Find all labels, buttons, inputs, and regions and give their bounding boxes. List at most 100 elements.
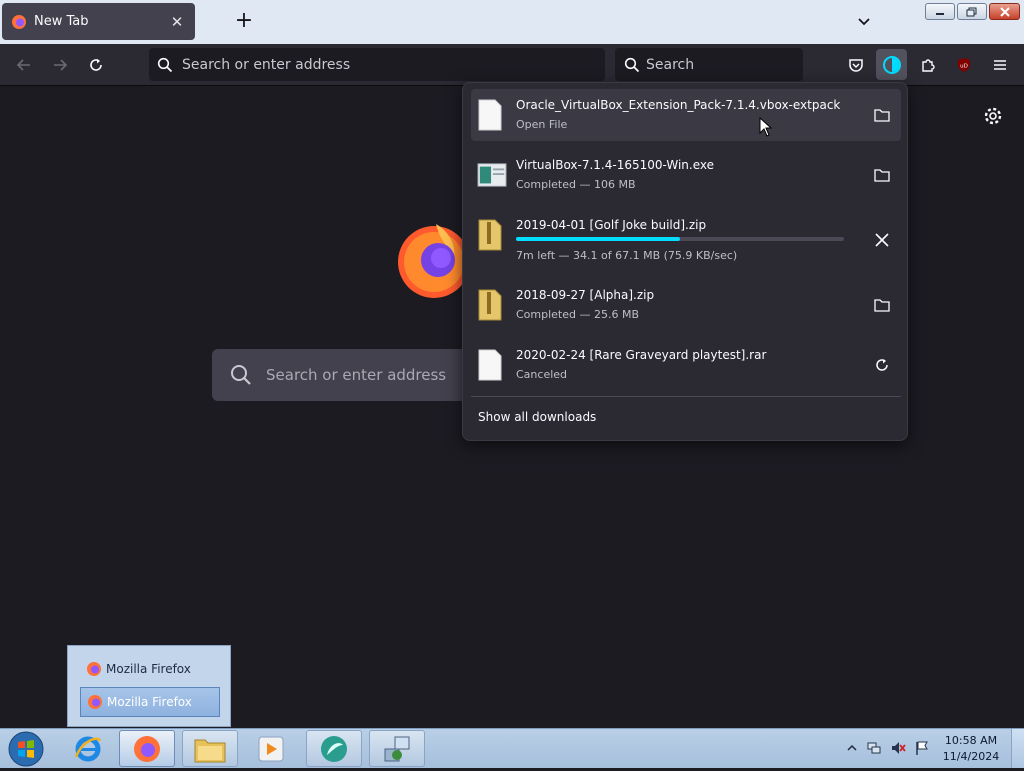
download-filename: Oracle_VirtualBox_Extension_Pack-7.1.4.v… — [516, 98, 841, 112]
window-item-label: Mozilla Firefox — [107, 695, 192, 709]
restore-button[interactable] — [957, 3, 987, 20]
forward-button[interactable] — [48, 54, 72, 76]
download-status: 7m left — 34.1 of 67.1 MB (75.9 KB/sec) — [516, 249, 738, 262]
retry-icon — [876, 359, 888, 371]
installer-icon — [384, 736, 410, 761]
taskbar-installer[interactable] — [369, 730, 425, 767]
firefox-icon — [12, 14, 26, 29]
exe-file-icon — [477, 163, 507, 187]
taskbar-media-player[interactable] — [243, 730, 299, 767]
download-item[interactable]: Oracle_VirtualBox_Extension_Pack-7.1.4.v… — [471, 89, 901, 141]
window-item-firefox-active[interactable]: Mozilla Firefox — [80, 687, 220, 717]
search-placeholder: Search — [646, 56, 695, 73]
taskbar-thumbnail-list: Mozilla Firefox Mozilla Firefox — [67, 645, 231, 727]
new-tab-button[interactable]: + — [232, 10, 256, 33]
show-in-folder-button[interactable] — [871, 164, 893, 186]
minimize-button[interactable] — [925, 3, 955, 20]
address-bar[interactable]: Search or enter address — [149, 48, 605, 81]
close-icon — [999, 6, 1010, 17]
internet-explorer-icon — [74, 736, 102, 761]
window-item-label: Mozilla Firefox — [106, 662, 191, 676]
ublock-shield-icon: uD — [958, 58, 970, 72]
mouse-cursor-icon — [759, 117, 773, 137]
page-search-box[interactable]: Search or enter address — [212, 349, 472, 401]
taskbar-app-teal[interactable] — [306, 730, 362, 767]
downloads-button[interactable] — [876, 49, 907, 80]
show-in-folder-button[interactable] — [871, 294, 893, 316]
download-filename: 2018-09-27 [Alpha].zip — [516, 288, 655, 302]
page-settings-button[interactable] — [982, 105, 1004, 127]
download-filename: VirtualBox-7.1.4-165100-Win.exe — [516, 158, 715, 172]
network-icon[interactable] — [866, 740, 882, 756]
close-window-button[interactable] — [989, 3, 1020, 20]
ublock-origin-button[interactable]: uD — [952, 54, 976, 76]
file-icon — [478, 99, 502, 131]
windows-start-icon — [8, 731, 44, 767]
search-icon — [231, 365, 251, 385]
puzzle-icon — [922, 59, 935, 72]
download-progress-icon — [882, 55, 901, 74]
download-status: Completed — 25.6 MB — [516, 308, 640, 321]
start-button[interactable] — [6, 730, 46, 768]
cancel-icon — [875, 233, 889, 247]
download-item[interactable]: 2018-09-27 [Alpha].zip Completed — 25.6 … — [471, 279, 901, 331]
taskbar-firefox[interactable] — [119, 730, 175, 767]
tab-new-tab[interactable]: New Tab ✕ — [2, 3, 195, 40]
forward-arrow-icon — [54, 59, 68, 71]
address-placeholder: Search or enter address — [182, 56, 351, 73]
folder-icon — [874, 299, 890, 312]
download-status: Canceled — [516, 368, 568, 381]
pocket-icon — [849, 59, 863, 72]
retry-download-button[interactable] — [871, 354, 893, 376]
firefox-icon — [134, 735, 160, 762]
zip-file-icon — [478, 219, 502, 251]
system-clock[interactable]: 10:58 AM 11/4/2024 — [936, 733, 1006, 765]
extensions-button[interactable] — [916, 54, 940, 76]
download-status: Open File — [516, 118, 568, 131]
clock-time: 10:58 AM — [944, 734, 998, 747]
back-arrow-icon — [16, 59, 30, 71]
minimize-icon — [936, 12, 944, 15]
show-desktop-button[interactable] — [1011, 729, 1024, 768]
download-progress-fill — [516, 237, 680, 241]
volume-muted-icon[interactable] — [890, 740, 906, 756]
firefox-icon — [88, 695, 102, 709]
download-item[interactable]: VirtualBox-7.1.4-165100-Win.exe Complete… — [471, 149, 901, 201]
page-search-placeholder: Search or enter address — [266, 366, 447, 384]
taskbar-internet-explorer[interactable] — [60, 730, 116, 767]
folder-icon — [194, 739, 226, 762]
firefox-logo-icon — [398, 224, 470, 298]
cancel-download-button[interactable] — [871, 229, 893, 251]
firefox-logo — [396, 218, 470, 302]
window-item-firefox[interactable]: Mozilla Firefox — [80, 654, 220, 684]
search-icon — [624, 57, 640, 72]
pocket-button[interactable] — [844, 54, 868, 76]
search-bar[interactable]: Search — [615, 48, 803, 81]
close-tab-icon[interactable]: ✕ — [169, 13, 185, 31]
zip-file-icon — [478, 289, 502, 321]
back-button[interactable] — [12, 54, 36, 76]
chevron-down-icon — [858, 18, 870, 26]
download-status: Completed — 106 MB — [516, 178, 636, 191]
taskbar-file-explorer[interactable] — [182, 730, 238, 767]
download-item[interactable]: 2020-02-24 [Rare Graveyard playtest].rar… — [471, 339, 901, 391]
show-in-folder-button[interactable] — [871, 104, 893, 126]
download-filename: 2020-02-24 [Rare Graveyard playtest].rar — [516, 348, 767, 362]
action-center-flag-icon[interactable] — [914, 740, 930, 756]
panel-divider — [471, 396, 901, 397]
list-all-tabs-button[interactable] — [852, 11, 876, 33]
show-all-downloads-link[interactable]: Show all downloads — [478, 410, 596, 424]
reload-icon — [90, 59, 102, 71]
gear-icon — [984, 107, 1002, 125]
tab-title: New Tab — [34, 14, 89, 29]
folder-icon — [874, 169, 890, 182]
media-player-icon — [258, 736, 284, 761]
file-icon — [478, 349, 502, 381]
downloads-panel: Oracle_VirtualBox_Extension_Pack-7.1.4.v… — [462, 82, 908, 441]
svg-text:uD: uD — [960, 64, 968, 70]
search-icon — [157, 57, 173, 72]
download-item[interactable]: 2019-04-01 [Golf Joke build].zip 7m left… — [471, 209, 901, 269]
reload-button[interactable] — [84, 54, 108, 76]
app-menu-button[interactable] — [988, 54, 1012, 76]
show-hidden-icons-icon[interactable] — [844, 740, 860, 756]
